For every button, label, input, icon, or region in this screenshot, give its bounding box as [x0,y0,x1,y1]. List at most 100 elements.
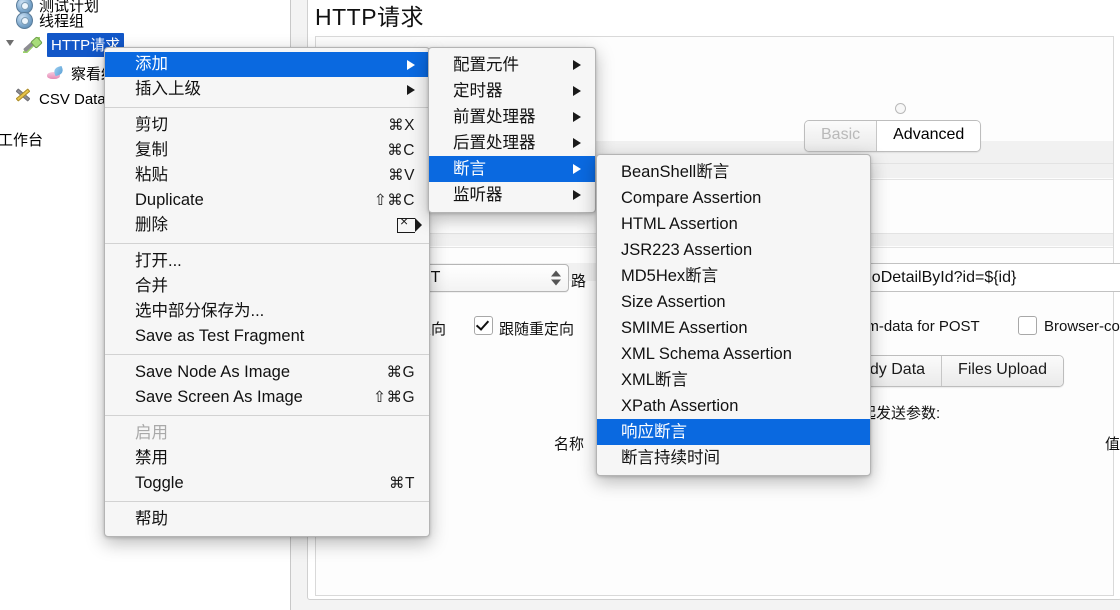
assertion-item-xml[interactable]: XML断言 [597,367,870,393]
menu-item-label: Compare Assertion [621,188,762,207]
menu-item-help[interactable]: 帮助 [105,507,429,532]
http-sampler-icon [22,36,42,54]
submenu-item-listener[interactable]: 监听器 [429,182,595,208]
menu-item-open[interactable]: 打开... [105,249,429,274]
mode-tabbar[interactable]: Basic Advanced [804,120,982,152]
menu-item-enable: 启用 [105,421,429,446]
menu-item-label: HTML Assertion [621,214,738,233]
tree-item-label: 线程组 [39,12,85,30]
tab-basic[interactable]: Basic [805,121,878,151]
follow-redirects-label: 跟随重定向 [499,321,575,338]
assertion-item-beanshell[interactable]: BeanShell断言 [597,159,870,185]
assertion-item-smime[interactable]: SMIME Assertion [597,315,870,341]
menu-item-copy[interactable]: 复制 ⌘C [105,138,429,163]
view-results-tree-icon [46,64,66,82]
submenu-item-pre-processor[interactable]: 前置处理器 [429,104,595,130]
menu-item-label: 定时器 [453,81,503,100]
submenu-item-timer[interactable]: 定时器 [429,78,595,104]
menu-item-duplicate[interactable]: Duplicate ⇧⌘C [105,188,429,213]
menu-item-label: MD5Hex断言 [621,266,719,285]
jmeter-window: 测试计划 线程组 HTTP请求 察看结果树 CSV Data Set Confi… [0,0,1120,610]
menu-item-label: 断言 [453,159,486,178]
menu-item-label: 响应断言 [621,422,687,441]
menu-item-disable[interactable]: 禁用 [105,446,429,471]
menu-separator [105,243,429,244]
assertion-submenu[interactable]: BeanShell断言 Compare Assertion HTML Asser… [596,154,871,476]
chevron-down-icon[interactable] [6,40,14,46]
menu-item-accelerator: ⌘V [388,166,415,184]
split-pane-knob[interactable] [895,103,906,114]
menu-item-delete[interactable]: 删除 [105,213,429,238]
path-label-partial: 路 [571,273,587,290]
delete-icon [397,214,422,233]
menu-item-label: 粘贴 [135,166,168,185]
menu-item-merge[interactable]: 合并 [105,274,429,299]
chevron-right-icon [573,190,581,200]
assertion-item-duration[interactable]: 断言持续时间 [597,445,870,471]
chevron-right-icon [573,60,581,70]
menu-separator [105,501,429,502]
params-tabbar[interactable]: ody Data Files Upload [844,355,1064,387]
menu-item-label: Save as Test Fragment [135,327,305,346]
menu-item-label: XML断言 [621,370,688,389]
chevron-right-icon [407,84,415,95]
menu-item-label: 选中部分保存为... [135,302,265,321]
menu-item-label: 添加 [135,55,168,74]
node-context-menu[interactable]: 添加 插入上级 剪切 ⌘X 复制 ⌘C 粘贴 ⌘V Duplicate ⇧⌘C … [104,47,430,537]
menu-item-add[interactable]: 添加 [105,52,429,77]
csv-data-set-icon [14,90,34,108]
menu-separator [105,415,429,416]
menu-item-label: Size Assertion [621,292,726,311]
submenu-item-config-element[interactable]: 配置元件 [429,52,595,78]
menu-item-label: Duplicate [135,191,204,210]
submenu-item-assertions[interactable]: 断言 [429,156,595,182]
menu-item-label: 前置处理器 [453,107,536,126]
menu-item-label: 复制 [135,141,168,160]
menu-item-label: 监听器 [453,185,503,204]
tree-item-label: 工作台 [0,131,44,149]
submenu-item-post-processor[interactable]: 后置处理器 [429,130,595,156]
menu-item-insert-parent[interactable]: 插入上级 [105,77,429,102]
assertion-item-xml-schema[interactable]: XML Schema Assertion [597,341,870,367]
menu-item-label: 插入上级 [135,80,201,99]
menu-item-accelerator: ⌘X [388,116,415,134]
menu-item-paste[interactable]: 粘贴 ⌘V [105,163,429,188]
tree-item-workbench[interactable]: 工作台 [0,128,43,150]
menu-item-label: XML Schema Assertion [621,344,792,363]
chevron-right-icon [407,59,415,70]
tab-files-upload[interactable]: Files Upload [942,356,1063,386]
menu-item-label: Toggle [135,474,184,493]
assertion-item-response[interactable]: 响应断言 [597,419,870,445]
add-submenu[interactable]: 配置元件 定时器 前置处理器 后置处理器 断言 监听器 [428,47,596,213]
params-col-value-header: 值 [1105,436,1120,453]
assertion-item-html[interactable]: HTML Assertion [597,211,870,237]
chevron-updown-icon [551,270,561,286]
assertion-item-md5hex[interactable]: MD5Hex断言 [597,263,870,289]
menu-item-cut[interactable]: 剪切 ⌘X [105,113,429,138]
path-value: deoDetailById?id=${id} [854,268,1017,286]
menu-item-label: SMIME Assertion [621,318,748,337]
http-method-select[interactable]: ET [411,264,569,292]
follow-redirects-checkbox[interactable] [474,316,493,335]
assertion-item-xpath[interactable]: XPath Assertion [597,393,870,419]
assertion-item-compare[interactable]: Compare Assertion [597,185,870,211]
chevron-right-icon [573,138,581,148]
browser-compatible-headers-checkbox[interactable] [1018,316,1037,335]
tree-item-thread-group[interactable]: 线程组 [14,9,84,31]
menu-item-label: Save Screen As Image [135,388,303,407]
assertion-item-size[interactable]: Size Assertion [597,289,870,315]
page-title: HTTP请求 [315,4,425,30]
menu-item-toggle[interactable]: Toggle ⌘T [105,471,429,496]
menu-item-label: XPath Assertion [621,396,739,415]
assertion-item-jsr223[interactable]: JSR223 Assertion [597,237,870,263]
menu-item-label: 打开... [135,252,182,271]
menu-item-accelerator: ⇧⌘C [373,191,415,209]
menu-item-save-screen-as-image[interactable]: Save Screen As Image ⇧⌘G [105,385,429,410]
chevron-right-icon [573,112,581,122]
menu-item-save-selection-as[interactable]: 选中部分保存为... [105,299,429,324]
path-input[interactable]: deoDetailById?id=${id} [847,263,1120,292]
menu-item-save-node-as-image[interactable]: Save Node As Image ⌘G [105,360,429,385]
menu-item-save-as-test-fragment[interactable]: Save as Test Fragment [105,324,429,349]
menu-separator [105,354,429,355]
tab-advanced[interactable]: Advanced [877,121,981,151]
